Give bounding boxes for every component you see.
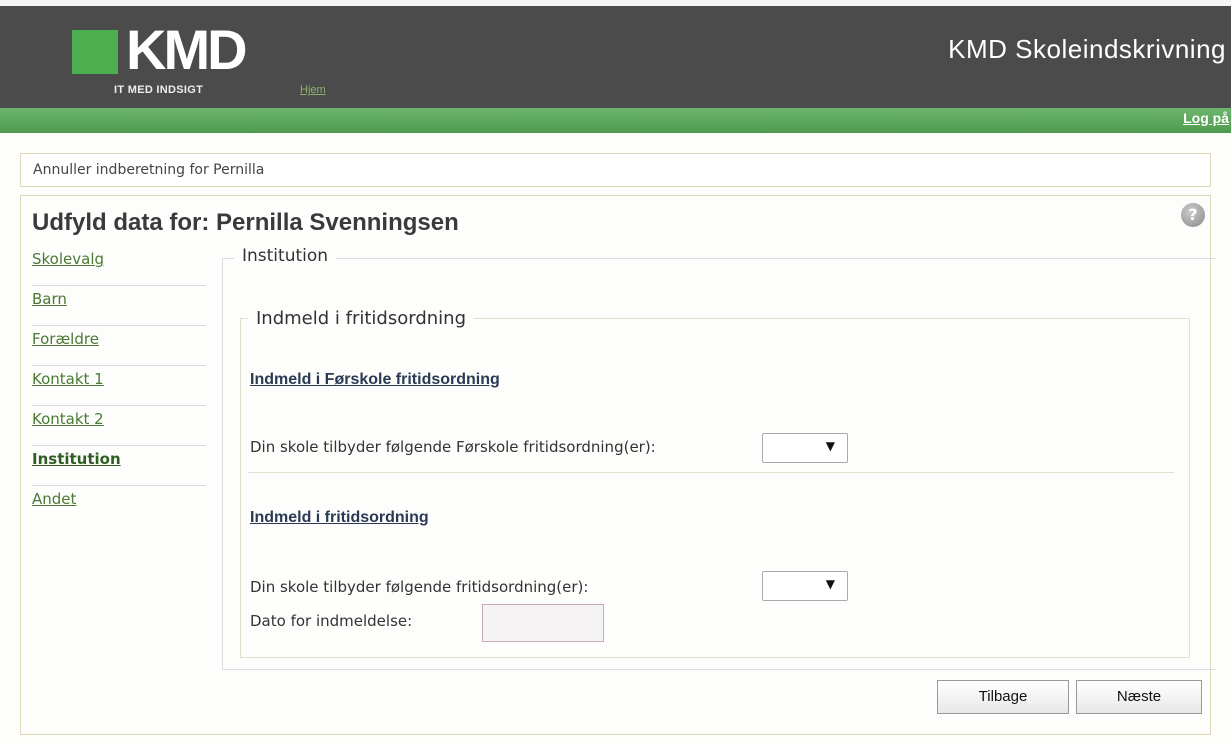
cancel-bar: Annuller indberetning for Pernilla	[20, 153, 1211, 187]
logo-text: KMD	[126, 18, 248, 81]
home-link[interactable]: Hjem	[300, 84, 326, 96]
logout-link[interactable]: Log på	[1183, 110, 1229, 126]
fritidsordning-legend: Indmeld i fritidsordning	[248, 308, 474, 329]
section-divider	[248, 472, 1174, 473]
green-nav-bar	[0, 108, 1231, 133]
institution-legend: Institution	[234, 246, 337, 266]
preschool-heading: Indmeld i Førskole fritidsordning	[250, 371, 500, 388]
sidenav-item-kontakt-2[interactable]: Kontakt 2	[32, 406, 206, 446]
sidenav-item-kontakt-1[interactable]: Kontakt 1	[32, 366, 206, 406]
preschool-select[interactable]: ▼	[762, 433, 848, 463]
date-input[interactable]	[482, 604, 604, 642]
logo-square-icon	[72, 30, 118, 74]
page-title: Udfyld data for: Pernilla Svenningsen	[32, 209, 459, 236]
sidenav-item-foraeldre[interactable]: Forældre	[32, 326, 206, 366]
next-button[interactable]: Næste	[1076, 680, 1202, 714]
chevron-down-icon: ▼	[825, 577, 835, 591]
header-top-line	[0, 0, 1231, 6]
help-icon[interactable]: ?	[1181, 203, 1205, 227]
logo-tagline: IT MED INDSIGT	[114, 84, 204, 96]
preschool-label: Din skole tilbyder følgende Førskole fri…	[250, 438, 656, 456]
back-button[interactable]: Tilbage	[937, 680, 1069, 714]
sidenav: Skolevalg Barn Forældre Kontakt 1 Kontak…	[32, 246, 206, 526]
afterschool-label: Din skole tilbyder følgende fritidsordni…	[250, 578, 589, 596]
sidenav-item-andet[interactable]: Andet	[32, 486, 206, 526]
cancel-link[interactable]: Annuller indberetning for Pernilla	[33, 162, 264, 178]
sidenav-item-institution[interactable]: Institution	[32, 446, 206, 486]
date-label: Dato for indmeldelse:	[250, 612, 413, 630]
fritidsordning-fieldset	[240, 318, 1190, 658]
sidenav-item-barn[interactable]: Barn	[32, 286, 206, 326]
app-title: KMD Skoleindskrivning	[948, 34, 1226, 64]
afterschool-heading: Indmeld i fritidsordning	[250, 509, 429, 526]
chevron-down-icon: ▼	[825, 439, 835, 453]
sidenav-item-skolevalg[interactable]: Skolevalg	[32, 246, 206, 286]
header: KMD IT MED INDSIGT Hjem KMD Skoleindskri…	[0, 0, 1231, 108]
afterschool-select[interactable]: ▼	[762, 571, 848, 601]
